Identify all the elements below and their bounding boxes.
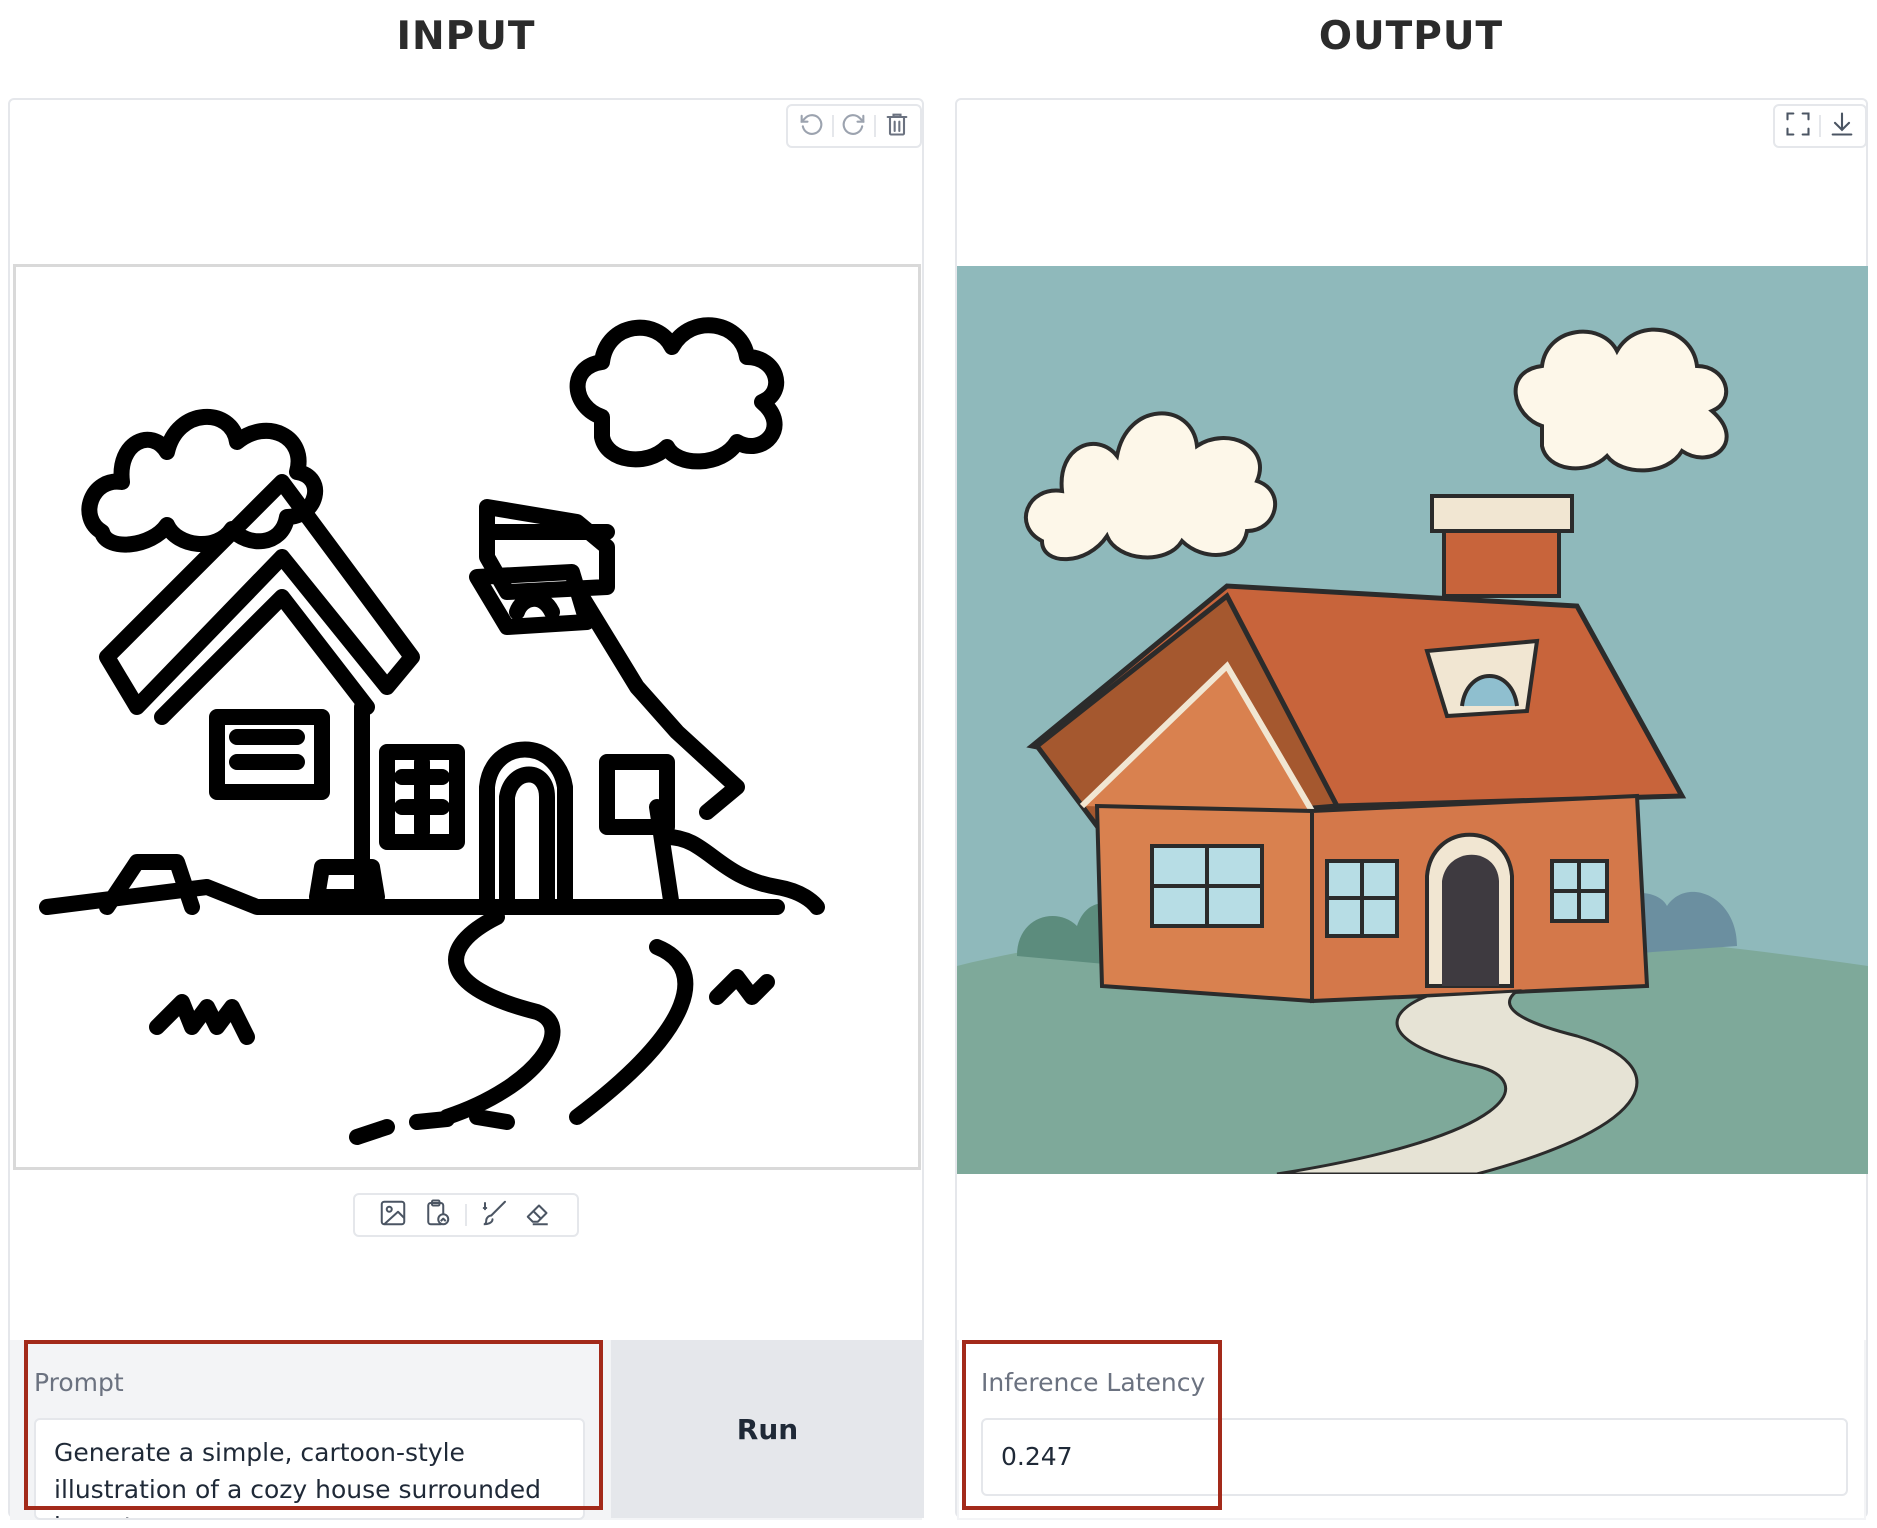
input-panel: Prompt Generate a simple, cartoon-style … (8, 98, 924, 1520)
redo-icon[interactable] (840, 110, 868, 143)
image-upload-icon[interactable] (378, 1198, 408, 1233)
house-illustration (957, 266, 1868, 1174)
toolbar-divider (464, 1204, 467, 1226)
output-panel: Inference Latency 0.247 (955, 98, 1868, 1520)
fullscreen-icon[interactable] (1784, 110, 1812, 143)
canvas-toolbar (786, 104, 922, 148)
clipboard-paste-icon[interactable] (422, 1198, 452, 1233)
toolbar-divider (874, 115, 877, 137)
image-toolbar (1773, 104, 1867, 148)
eraser-icon[interactable] (524, 1198, 554, 1233)
run-button[interactable]: Run (611, 1340, 924, 1518)
output-heading: OUTPUT (1318, 14, 1504, 59)
canvas-edit-tools (353, 1193, 579, 1237)
latency-highlight-box (962, 1340, 1222, 1510)
house-sketch (39, 317, 825, 1145)
brush-icon[interactable] (480, 1198, 510, 1233)
toolbar-divider (831, 115, 834, 137)
prompt-highlight-box (24, 1340, 603, 1510)
toolbar-divider (1818, 115, 1821, 137)
sketch-canvas[interactable] (13, 264, 921, 1170)
download-icon[interactable] (1828, 110, 1856, 143)
generated-image (957, 266, 1868, 1174)
input-heading: INPUT (396, 14, 536, 59)
trash-icon[interactable] (883, 110, 911, 143)
undo-icon[interactable] (797, 110, 825, 143)
